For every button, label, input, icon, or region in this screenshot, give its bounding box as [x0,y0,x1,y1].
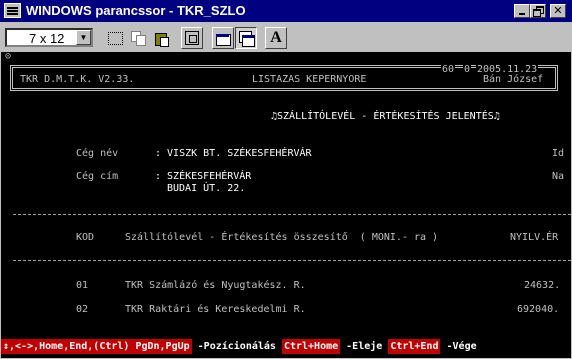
properties-button[interactable] [212,27,234,49]
company-right-tag: Id [552,148,565,159]
report-title: ♫SZÁLLÍTÓLEVÉL - ÉRTÉKESÍTÉS JELENTÉS♫ [271,111,500,122]
paste-button[interactable] [150,27,172,49]
status-key: ↕,<->,Home,End,(Ctrl) PgDn,PgUp [1,338,192,354]
divider [13,214,571,215]
app-title: TKR D.M.T.K. V2.33. [20,74,135,85]
address-line1: : SZÉKESFEHÉRVÁR [155,171,252,182]
fullscreen-button[interactable] [181,27,203,49]
paste-icon [154,31,169,47]
console-screen[interactable]: ⊙ TKR D.M.T.K. V2.33. LISTAZAS KEPERNYOR… [1,52,571,358]
row-name: TKR Raktári és Kereskedelmi R. [125,304,306,315]
sub-number: 0 [463,64,472,75]
address-right-tag: Na [552,171,565,182]
background-button[interactable] [235,27,257,49]
user-name: Bán József [483,74,544,85]
column-description: Szállítólevél - Értékesítés összesítő ( … [125,232,439,243]
row-code: 02 [76,304,89,315]
screen-title: LISTAZAS KEPERNYORE [252,74,367,85]
address-line2: BUDAI ÚT. 22. [167,183,246,194]
status-label: -Vége [440,340,477,352]
font-button[interactable]: A [265,27,287,49]
close-button[interactable]: ✕ [550,4,566,18]
top-glyph: ⊙ [5,52,12,62]
copy-button[interactable] [127,27,149,49]
page-number: 60 [441,64,456,75]
status-bar: ↕,<->,Home,End,(Ctrl) PgDn,PgUp -Pozício… [1,336,571,356]
status-label: -Pozícionálás [191,340,282,352]
properties-icon [215,31,231,46]
font-size-select[interactable]: 7 x 12 ▼ [5,28,93,47]
restore-button[interactable] [530,4,546,18]
mark-button[interactable] [104,27,126,49]
window-title: WINDOWS parancssor - TKR_SZLO [26,3,246,18]
system-menu-icon[interactable] [4,3,21,18]
minimize-button[interactable] [514,4,530,18]
toolbar: 7 x 12 ▼ A [0,22,572,52]
close-icon: ✕ [553,4,563,17]
status-label: -Eleje [340,340,389,352]
status-key: Ctrl+Home [281,338,341,354]
column-kod: KOD [76,232,95,243]
chevron-down-icon[interactable]: ▼ [76,30,91,45]
font-icon: A [270,29,282,46]
company-name: : VISZK BT. SZÉKESFEHÉRVÁR [155,148,312,159]
row-value: 692040. [517,304,560,315]
font-size-value: 7 x 12 [29,31,65,46]
fullscreen-icon [185,31,199,45]
row-value: 24632. [524,280,561,291]
restore-icon [533,6,544,17]
copy-icon [130,31,146,46]
row-name: TKR Számlázó és Nyugtakész. R. [125,280,306,291]
background-icon [238,30,255,47]
minimize-icon [519,13,525,15]
address-label: Cég cím [76,171,119,182]
title-bar[interactable]: WINDOWS parancssor - TKR_SZLO ✕ [0,0,572,22]
divider [13,260,571,261]
status-key: Ctrl+End [388,338,441,354]
row-code: 01 [76,280,89,291]
mark-icon [107,31,123,45]
column-nyilv: NYILV.ÉR [510,232,559,243]
company-label: Cég név [76,148,119,159]
